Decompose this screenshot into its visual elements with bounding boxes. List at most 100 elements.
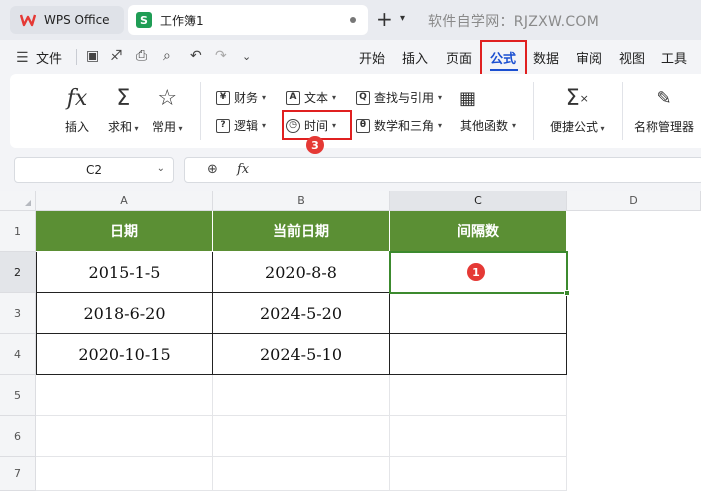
formula-input[interactable]: ⊕ fx (184, 157, 701, 183)
select-all-corner[interactable] (0, 191, 36, 211)
text-functions-button[interactable]: A 文本 ▾ (286, 89, 336, 106)
table-header-cell[interactable]: 当前日期 (213, 211, 390, 252)
calendar-grid-icon: ▦ (459, 87, 477, 109)
table-cell-interval[interactable] (390, 293, 567, 334)
workbook-tab-label: 工作簿1 (160, 13, 204, 28)
wps-home-label: WPS Office (44, 13, 110, 27)
lookup-chevron-down-icon: ▾ (438, 93, 443, 102)
autosum-chevron-down-icon: ▾ (132, 124, 139, 133)
name-manager-button[interactable]: ✎ 名称管理器 (634, 84, 694, 135)
table-cell-date[interactable]: 2020-10-15 (36, 334, 213, 375)
math-trig-label: 数学和三角 (374, 119, 435, 133)
table-cell-date[interactable]: 2015-1-5 (36, 252, 213, 293)
format-painter-icon[interactable]: ♐ (110, 48, 123, 64)
quick-formula-button[interactable]: Σ × 便捷公式 ▾ (550, 84, 605, 135)
hamburger-menu-icon[interactable]: ☰ (16, 50, 29, 66)
lookup-functions-button[interactable]: Q 查找与引用 ▾ (356, 89, 442, 106)
menu-divider (76, 49, 77, 65)
zoom-search-icon[interactable]: ⊕ (207, 162, 218, 177)
row-header-2[interactable]: 2 (0, 252, 36, 293)
other-chevron-down-icon: ▾ (512, 121, 517, 130)
tab-review[interactable]: 审阅 (576, 48, 602, 67)
text-function-icon: A (286, 90, 300, 105)
tab-home[interactable]: 开始 (359, 48, 385, 67)
empty-cell[interactable] (390, 375, 567, 416)
formulas-tab-highlight (480, 40, 527, 78)
logical-chevron-down-icon: ▾ (262, 121, 267, 130)
autosum-button[interactable]: Σ 求和 ▾ (108, 84, 139, 135)
column-header-d[interactable]: D (567, 191, 701, 211)
ribbon-divider (622, 82, 623, 140)
tab-insert[interactable]: 插入 (402, 48, 428, 67)
empty-cell[interactable] (36, 375, 213, 416)
row-header-1[interactable]: 1 (0, 211, 36, 252)
column-header-b[interactable]: B (213, 191, 390, 211)
math-trig-functions-button[interactable]: θ 数学和三角 ▾ (356, 117, 442, 134)
name-box-chevron-down-icon[interactable]: ⌄ (157, 163, 165, 174)
finance-label: 财务 (234, 91, 259, 105)
redo-icon[interactable]: ↷ (215, 48, 227, 64)
row-header-6[interactable]: 6 (0, 416, 36, 457)
insert-function-button[interactable]: fx 插入 (65, 84, 89, 135)
tab-list-chevron-down-icon[interactable]: ▾ (400, 13, 405, 24)
finance-chevron-down-icon: ▾ (262, 93, 267, 102)
empty-cell[interactable] (213, 416, 390, 457)
common-chevron-down-icon: ▾ (176, 124, 183, 133)
print-preview-icon[interactable]: ⌕ (163, 48, 171, 64)
tab-data[interactable]: 数据 (533, 48, 559, 67)
empty-cell[interactable] (36, 457, 213, 491)
table-cell-date[interactable]: 2018-6-20 (36, 293, 213, 334)
tab-tools[interactable]: 工具 (661, 48, 687, 67)
finance-icon: ¥ (216, 90, 230, 105)
row-header-4[interactable]: 4 (0, 334, 36, 375)
tab-page[interactable]: 页面 (446, 48, 472, 67)
file-menu[interactable]: 文件 (36, 48, 62, 67)
wps-logo-icon (20, 12, 36, 28)
column-header-a[interactable]: A (36, 191, 213, 211)
workbook-tab[interactable]: S 工作簿1 (128, 5, 368, 35)
row-header-5[interactable]: 5 (0, 375, 36, 416)
column-header-c[interactable]: C (390, 191, 567, 211)
quick-formula-label: 便捷公式 (550, 120, 599, 134)
finance-functions-button[interactable]: ¥ 财务 ▾ (216, 89, 266, 106)
site-watermark: 软件自学网：RJZXW.COM (428, 14, 600, 30)
spreadsheet-icon: S (136, 12, 152, 28)
empty-cell[interactable] (213, 457, 390, 491)
common-functions-button[interactable]: ☆ 常用 ▾ (152, 84, 183, 135)
empty-cell[interactable] (213, 375, 390, 416)
unsaved-dot-icon[interactable] (350, 17, 356, 23)
text-label: 文本 (304, 91, 329, 105)
new-tab-plus-icon[interactable]: + (376, 9, 393, 29)
quick-access-chevron-down-icon[interactable]: ⌄ (242, 50, 251, 63)
name-box-value: C2 (85, 163, 102, 177)
empty-cell[interactable] (36, 416, 213, 457)
table-cell-interval[interactable] (390, 334, 567, 375)
formula-fx-icon[interactable]: fx (237, 162, 249, 177)
star-icon: ☆ (157, 85, 178, 111)
empty-cell[interactable] (390, 416, 567, 457)
other-functions-label-button[interactable]: 其他函数 ▾ (460, 117, 516, 134)
step-badge-1: 1 (467, 263, 485, 281)
lookup-label: 查找与引用 (374, 91, 435, 105)
table-cell-current-date[interactable]: 2020-8-8 (213, 252, 390, 293)
print-icon[interactable]: ⎙ (136, 48, 147, 64)
other-functions-label: 其他函数 (460, 119, 509, 133)
table-header-cell[interactable]: 日期 (36, 211, 213, 252)
logical-label: 逻辑 (234, 119, 259, 133)
save-icon[interactable]: ▣ (86, 48, 99, 64)
quick-formula-sigma-icon: Σ × (565, 85, 589, 111)
table-cell-current-date[interactable]: 2024-5-20 (213, 293, 390, 334)
logical-functions-button[interactable]: ? 逻辑 ▾ (216, 117, 266, 134)
name-box[interactable]: C2 ⌄ (14, 157, 174, 183)
fill-handle[interactable] (564, 290, 570, 296)
other-functions-button[interactable]: ▦ (459, 84, 476, 112)
row-header-7[interactable]: 7 (0, 457, 36, 491)
row-header-3[interactable]: 3 (0, 293, 36, 334)
undo-icon[interactable]: ↶ (190, 48, 202, 64)
empty-cell[interactable] (390, 457, 567, 491)
tab-view[interactable]: 视图 (619, 48, 645, 67)
step-badge-3: 3 (306, 136, 324, 154)
wps-home-tab[interactable]: WPS Office (10, 6, 124, 34)
table-header-cell[interactable]: 间隔数 (390, 211, 567, 252)
table-cell-current-date[interactable]: 2024-5-10 (213, 334, 390, 375)
